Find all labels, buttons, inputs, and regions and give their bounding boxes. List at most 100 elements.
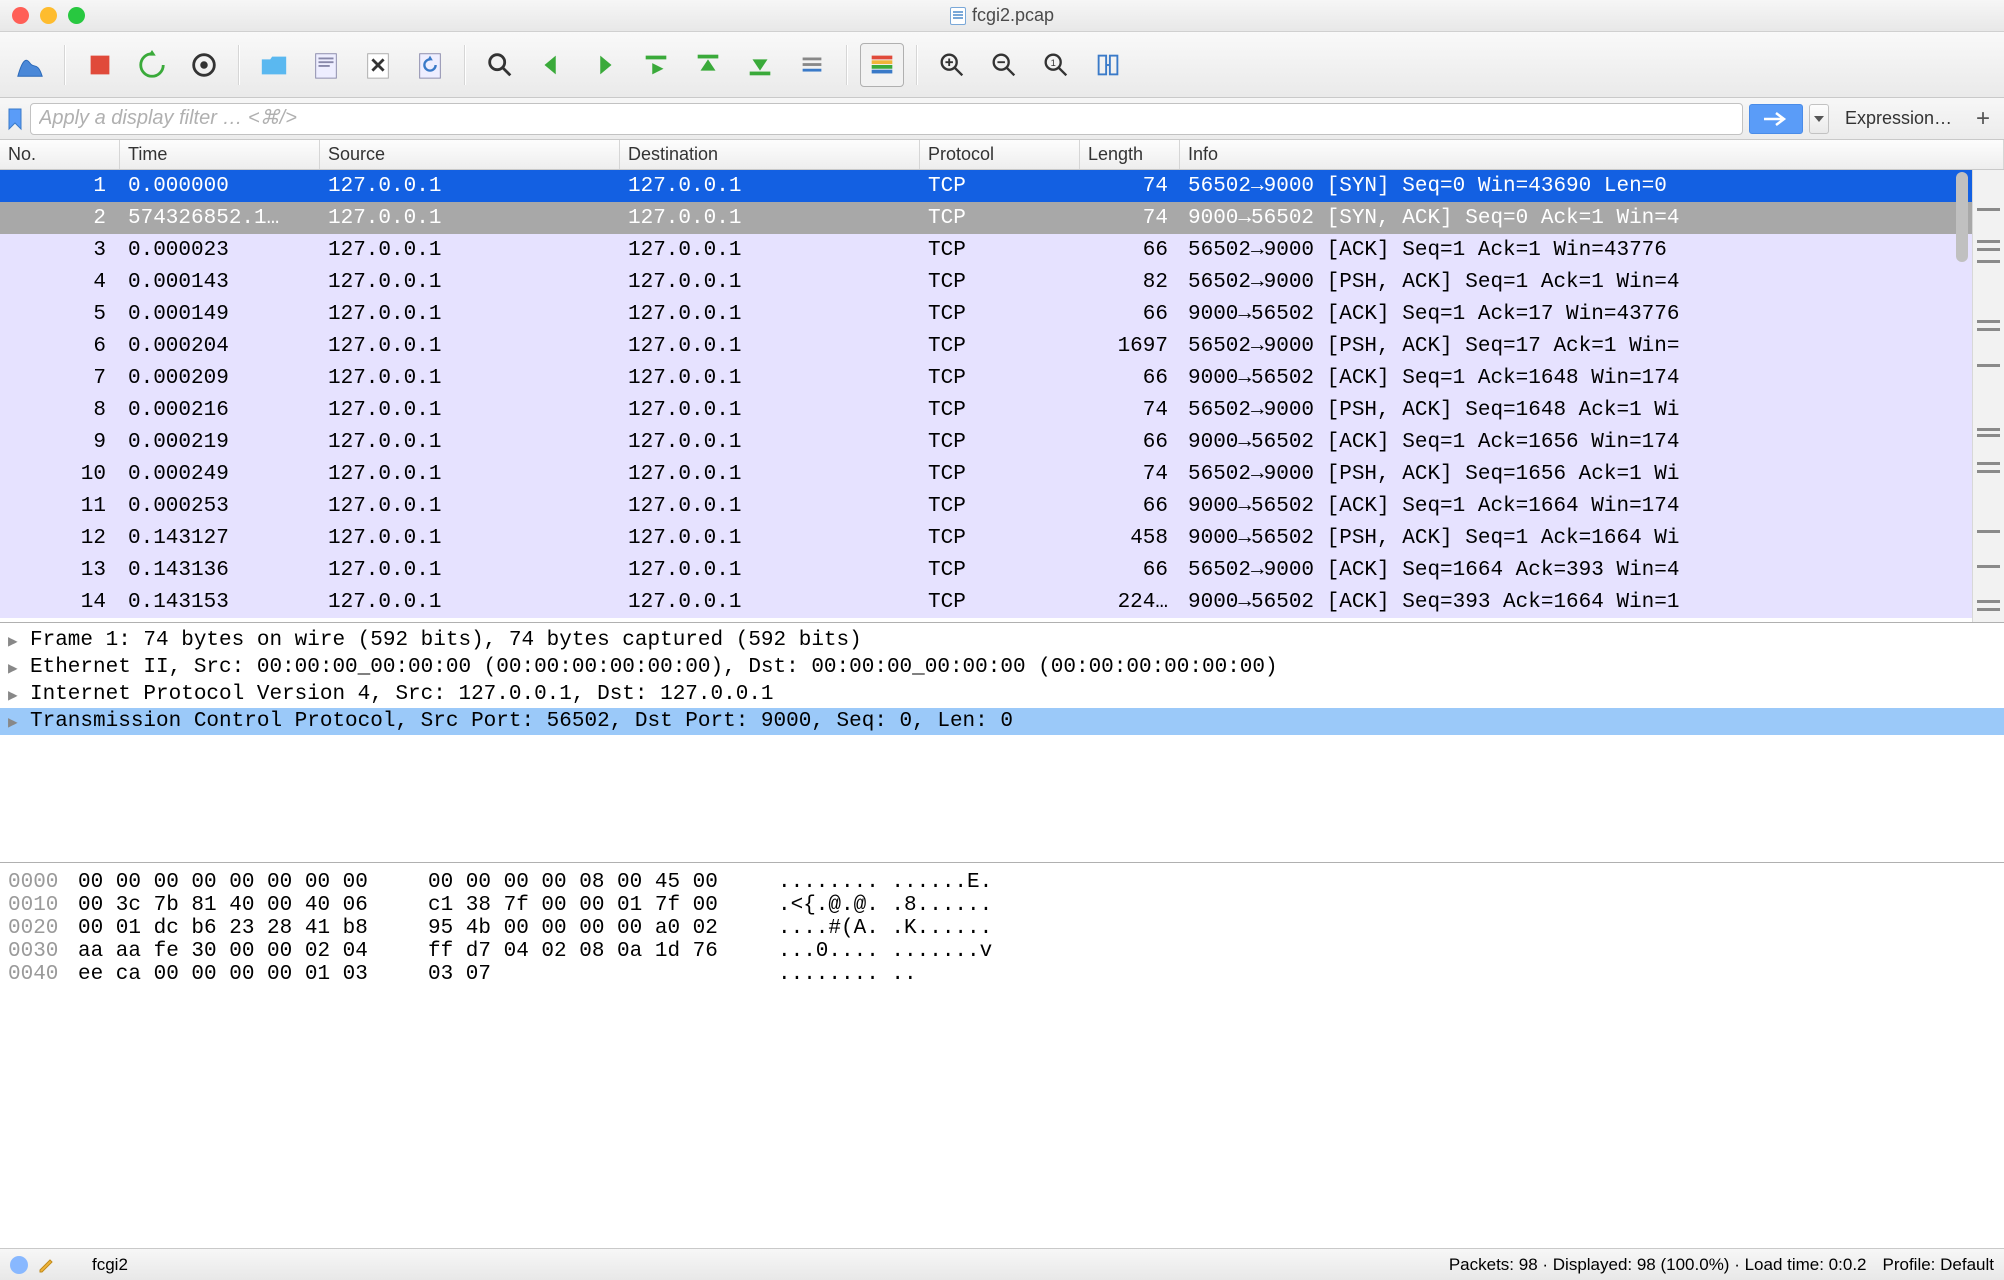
tree-item[interactable]: ▶Frame 1: 74 bytes on wire (592 bits), 7… — [0, 627, 2004, 654]
filter-history-dropdown[interactable] — [1809, 104, 1829, 134]
packet-row[interactable]: 60.000204127.0.0.1127.0.0.1TCP169756502→… — [0, 330, 2004, 362]
packet-row[interactable]: 90.000219127.0.0.1127.0.0.1TCP669000→565… — [0, 426, 2004, 458]
cell-info: 9000→56502 [ACK] Seq=1 Ack=1656 Win=174 — [1180, 431, 2004, 454]
packet-details-pane[interactable]: ▶Frame 1: 74 bytes on wire (592 bits), 7… — [0, 622, 2004, 862]
column-header-info[interactable]: Info — [1180, 140, 2004, 169]
tree-item[interactable]: ▶Ethernet II, Src: 00:00:00_00:00:00 (00… — [0, 654, 2004, 681]
column-header-length[interactable]: Length — [1080, 140, 1180, 169]
display-filter-input[interactable] — [30, 103, 1743, 135]
tree-item[interactable]: ▶Transmission Control Protocol, Src Port… — [0, 708, 2004, 735]
packet-row[interactable]: 10.000000127.0.0.1127.0.0.1TCP7456502→90… — [0, 170, 2004, 202]
go-last-packet-button[interactable] — [738, 43, 782, 87]
packet-row[interactable]: 140.143153127.0.0.1127.0.0.1TCP224…9000→… — [0, 586, 2004, 618]
save-file-button[interactable] — [304, 43, 348, 87]
cell-no: 2 — [0, 207, 120, 230]
packet-row[interactable]: 110.000253127.0.0.1127.0.0.1TCP669000→56… — [0, 490, 2004, 522]
cell-no: 9 — [0, 431, 120, 454]
apply-filter-button[interactable] — [1749, 104, 1803, 134]
cell-source: 127.0.0.1 — [320, 431, 620, 454]
go-to-packet-button[interactable] — [634, 43, 678, 87]
packet-row[interactable]: 40.000143127.0.0.1127.0.0.1TCP8256502→90… — [0, 266, 2004, 298]
packet-row[interactable]: 70.000209127.0.0.1127.0.0.1TCP669000→565… — [0, 362, 2004, 394]
edit-capture-comment-icon[interactable] — [38, 1256, 56, 1274]
packet-row[interactable]: 130.143136127.0.0.1127.0.0.1TCP6656502→9… — [0, 554, 2004, 586]
close-file-button[interactable] — [356, 43, 400, 87]
status-profile[interactable]: Profile: Default — [1883, 1255, 1995, 1275]
hex-bytes: aa aa fe 30 00 00 02 04 — [78, 940, 428, 963]
open-file-button[interactable] — [252, 43, 296, 87]
cell-length: 66 — [1080, 495, 1180, 518]
scrollbar-thumb[interactable] — [1956, 172, 1968, 262]
restart-capture-button[interactable] — [130, 43, 174, 87]
cell-no: 8 — [0, 399, 120, 422]
hex-offset: 0010 — [8, 894, 78, 917]
hex-line[interactable]: 000000 00 00 00 00 00 00 0000 00 00 00 0… — [0, 871, 2004, 894]
column-header-protocol[interactable]: Protocol — [920, 140, 1080, 169]
cell-time: 0.000000 — [120, 175, 320, 198]
stop-capture-button[interactable] — [78, 43, 122, 87]
hex-ascii: ........ ......E. — [778, 871, 1996, 894]
add-filter-button[interactable]: + — [1968, 104, 1998, 134]
cell-time: 0.000253 — [120, 495, 320, 518]
packet-row[interactable]: 2574326852.1…127.0.0.1127.0.0.1TCP749000… — [0, 202, 2004, 234]
packet-bytes-pane[interactable]: 000000 00 00 00 00 00 00 0000 00 00 00 0… — [0, 862, 2004, 1248]
packet-row[interactable]: 50.000149127.0.0.1127.0.0.1TCP669000→565… — [0, 298, 2004, 330]
packet-row[interactable]: 80.000216127.0.0.1127.0.0.1TCP7456502→90… — [0, 394, 2004, 426]
expand-arrow-icon[interactable]: ▶ — [8, 658, 22, 678]
hex-line[interactable]: 0030aa aa fe 30 00 00 02 04ff d7 04 02 0… — [0, 940, 2004, 963]
resize-columns-button[interactable] — [1086, 43, 1130, 87]
cell-source: 127.0.0.1 — [320, 463, 620, 486]
wireshark-logo-icon[interactable] — [8, 43, 52, 87]
tree-item[interactable]: ▶Internet Protocol Version 4, Src: 127.0… — [0, 681, 2004, 708]
packet-row[interactable]: 100.000249127.0.0.1127.0.0.1TCP7456502→9… — [0, 458, 2004, 490]
cell-length: 66 — [1080, 239, 1180, 262]
cell-no: 13 — [0, 559, 120, 582]
colorize-button[interactable] — [860, 43, 904, 87]
cell-info: 56502→9000 [SYN] Seq=0 Win=43690 Len=0 — [1180, 175, 2004, 198]
cell-time: 0.000216 — [120, 399, 320, 422]
packet-list-pane[interactable]: 10.000000127.0.0.1127.0.0.1TCP7456502→90… — [0, 170, 2004, 622]
reload-file-button[interactable] — [408, 43, 452, 87]
cell-destination: 127.0.0.1 — [620, 335, 920, 358]
cell-length: 66 — [1080, 303, 1180, 326]
expand-arrow-icon[interactable]: ▶ — [8, 631, 22, 651]
intelligent-scrollbar[interactable] — [1972, 170, 2004, 622]
auto-scroll-button[interactable] — [790, 43, 834, 87]
go-first-packet-button[interactable] — [686, 43, 730, 87]
column-header-destination[interactable]: Destination — [620, 140, 920, 169]
toolbar-separator — [846, 45, 848, 85]
cell-source: 127.0.0.1 — [320, 175, 620, 198]
cell-no: 14 — [0, 591, 120, 614]
packet-row[interactable]: 30.000023127.0.0.1127.0.0.1TCP6656502→90… — [0, 234, 2004, 266]
go-back-button[interactable] — [530, 43, 574, 87]
toolbar-separator — [916, 45, 918, 85]
go-forward-button[interactable] — [582, 43, 626, 87]
hex-bytes: 00 00 00 00 08 00 45 00 — [428, 871, 778, 894]
zoom-out-button[interactable] — [982, 43, 1026, 87]
zoom-reset-button[interactable]: 1 — [1034, 43, 1078, 87]
hex-bytes: 00 00 00 00 00 00 00 00 — [78, 871, 428, 894]
expand-arrow-icon[interactable]: ▶ — [8, 712, 22, 732]
hex-line[interactable]: 001000 3c 7b 81 40 00 40 06c1 38 7f 00 0… — [0, 894, 2004, 917]
bookmark-icon[interactable] — [6, 107, 24, 131]
hex-line[interactable]: 002000 01 dc b6 23 28 41 b895 4b 00 00 0… — [0, 917, 2004, 940]
capture-options-button[interactable] — [182, 43, 226, 87]
cell-protocol: TCP — [920, 175, 1080, 198]
cell-source: 127.0.0.1 — [320, 591, 620, 614]
column-header-no[interactable]: No. — [0, 140, 120, 169]
expert-info-icon[interactable] — [10, 1256, 28, 1274]
expand-arrow-icon[interactable]: ▶ — [8, 685, 22, 705]
zoom-in-button[interactable] — [930, 43, 974, 87]
cell-source: 127.0.0.1 — [320, 559, 620, 582]
hex-line[interactable]: 0040ee ca 00 00 00 00 01 0303 07........… — [0, 963, 2004, 986]
cell-info: 56502→9000 [PSH, ACK] Seq=1648 Ack=1 Wi — [1180, 399, 2004, 422]
statusbar: fcgi2 Packets: 98 · Displayed: 98 (100.0… — [0, 1248, 2004, 1280]
find-packet-button[interactable] — [478, 43, 522, 87]
column-header-source[interactable]: Source — [320, 140, 620, 169]
packet-row[interactable]: 120.143127127.0.0.1127.0.0.1TCP4589000→5… — [0, 522, 2004, 554]
cell-destination: 127.0.0.1 — [620, 271, 920, 294]
column-header-time[interactable]: Time — [120, 140, 320, 169]
expression-button[interactable]: Expression… — [1835, 103, 1962, 135]
packet-list-scrollbar[interactable] — [1952, 170, 1970, 622]
cell-length: 74 — [1080, 207, 1180, 230]
